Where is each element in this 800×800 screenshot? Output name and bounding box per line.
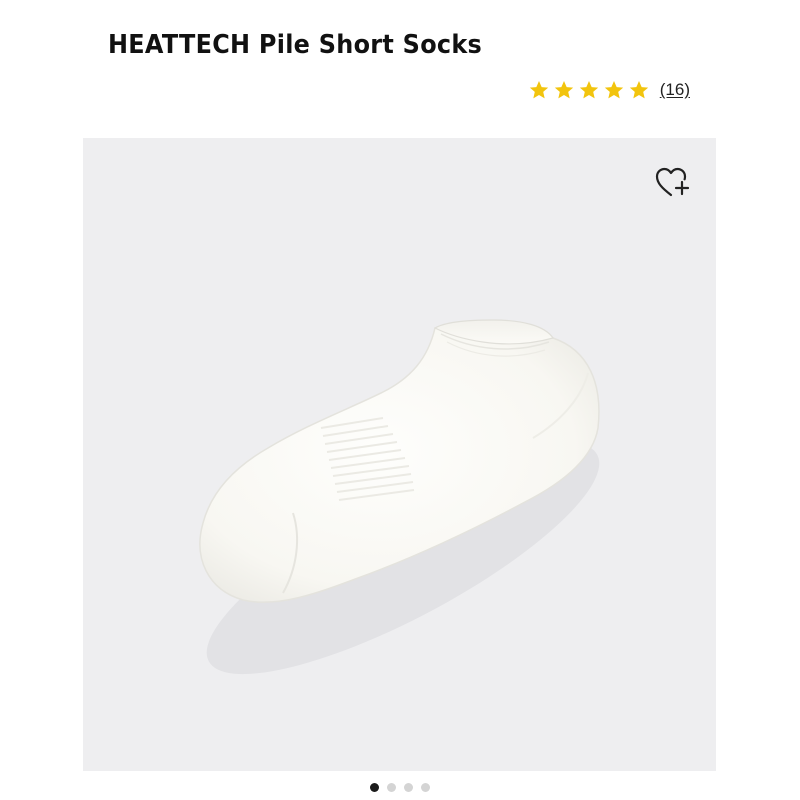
star-icon xyxy=(578,79,600,101)
product-rating: (16) xyxy=(528,77,690,103)
rating-stars xyxy=(528,79,650,101)
gallery-dot-1[interactable] xyxy=(370,783,379,792)
star-icon xyxy=(553,79,575,101)
gallery-dot-4[interactable] xyxy=(421,783,430,792)
star-icon xyxy=(528,79,550,101)
product-image-gallery[interactable] xyxy=(83,138,716,771)
star-icon xyxy=(628,79,650,101)
product-title: HEATTECH Pile Short Socks xyxy=(108,30,483,60)
star-icon xyxy=(603,79,625,101)
gallery-pagination xyxy=(0,783,800,792)
product-page: HEATTECH Pile Short Socks (16) xyxy=(0,0,800,800)
gallery-dot-2[interactable] xyxy=(387,783,396,792)
review-count-link[interactable]: (16) xyxy=(660,80,690,100)
add-to-wishlist-button[interactable] xyxy=(652,162,692,202)
product-image-sock xyxy=(199,319,600,675)
gallery-dot-3[interactable] xyxy=(404,783,413,792)
heart-plus-icon xyxy=(655,167,690,197)
